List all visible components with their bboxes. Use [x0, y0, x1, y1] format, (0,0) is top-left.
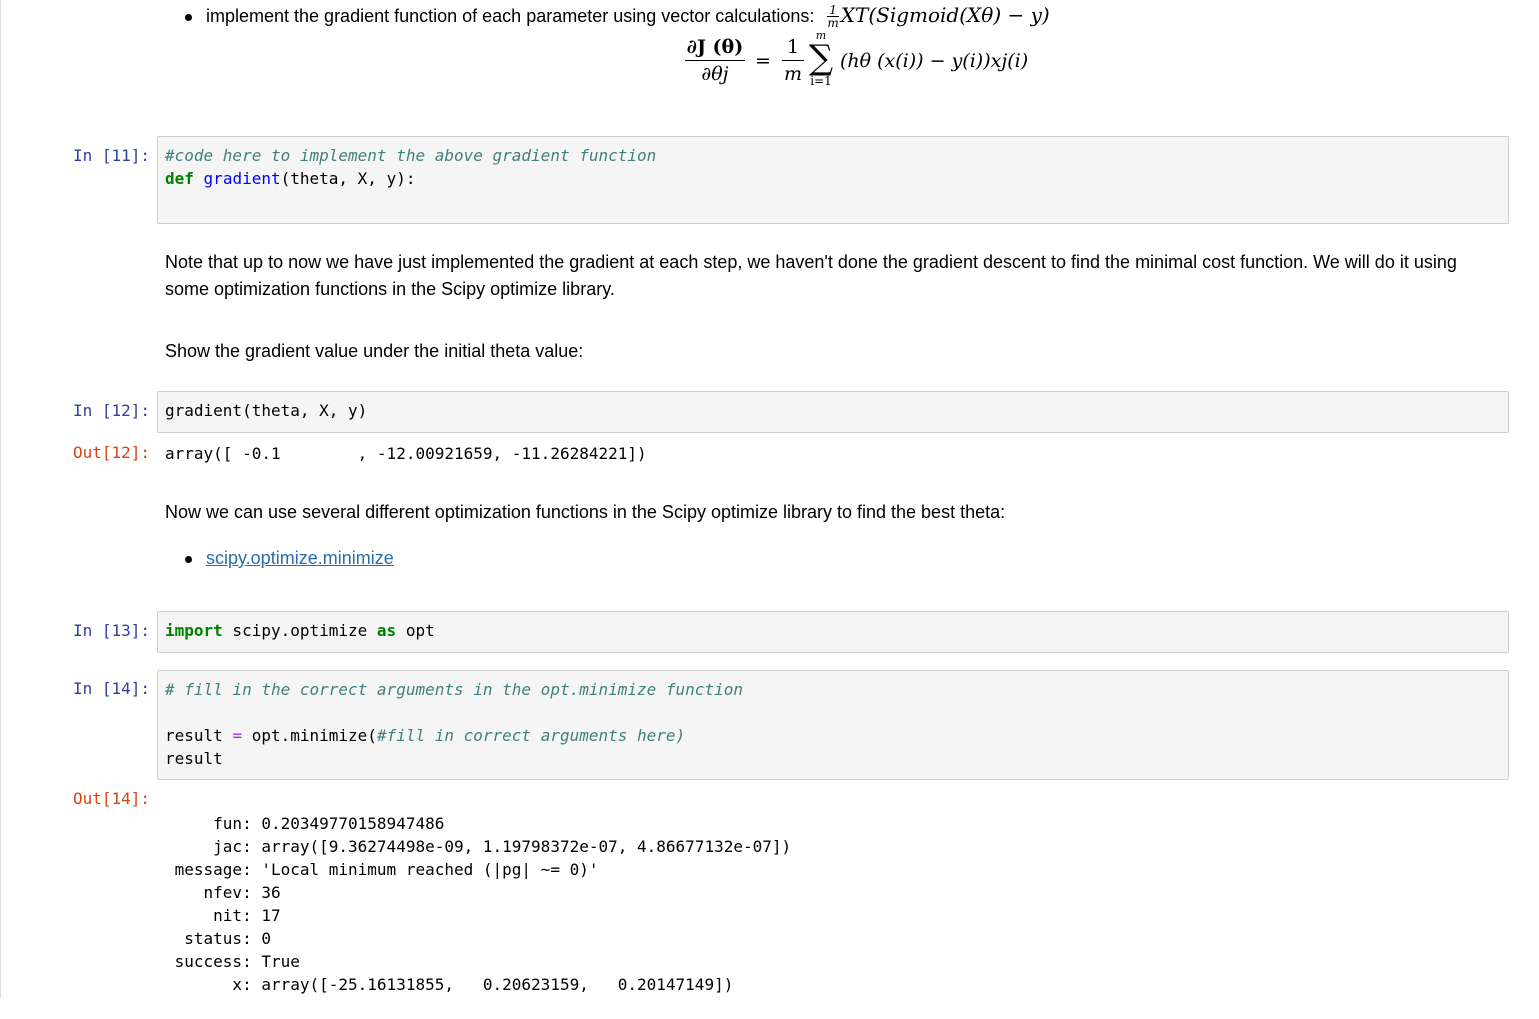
sum-sign-icon: ∑ [808, 38, 834, 78]
cell-14-line2-a: result [165, 726, 233, 745]
bullet-dot [185, 13, 192, 21]
output-line-message: message: 'Local minimum reached (|pg| ~=… [165, 860, 599, 879]
cell-13-prompt: In [13]: [72, 621, 150, 640]
formula-body: (hθ (x(i)) − y(i))xj(i) [840, 50, 1029, 72]
output-line-fun: fun: 0.20349770158947486 [165, 814, 445, 833]
inline-formula-body: XT(Sigmoid(Xθ) − y) [840, 3, 1050, 27]
bullet-text: implement the gradient function of each … [206, 6, 815, 26]
bullet-dot [185, 555, 192, 563]
cell-14-line3: result [165, 749, 223, 768]
cell-14-comment: # fill in the correct arguments in the o… [165, 680, 743, 699]
formula-lhs-den: ∂θj [701, 63, 729, 85]
formula-eq: = [755, 50, 771, 72]
import-keyword: import [165, 621, 223, 640]
function-signature: (theta, X, y): [280, 169, 416, 188]
module-name: scipy.optimize [222, 621, 377, 640]
cell-11-comment: #code here to implement the above gradie… [165, 146, 657, 165]
output-line-x: x: array([-25.16131855, 0.20623159, 0.20… [165, 975, 734, 994]
output-line-nfev: nfev: 36 [165, 883, 281, 902]
cell-12-input[interactable]: gradient(theta, X, y) [157, 391, 1509, 433]
cell-14-line2-b: opt.minimize( [242, 726, 377, 745]
formula-frac-num: 1 [782, 36, 804, 61]
cell-13-input[interactable]: import scipy.optimize as opt [157, 611, 1509, 653]
cell-14-inline-comment: #fill in correct arguments here) [376, 726, 686, 745]
formula-frac-den: m [783, 63, 803, 85]
markdown-bullet-link: scipy.optimize.minimize [185, 545, 394, 572]
output-line-nit: nit: 17 [165, 906, 281, 925]
note-optimize-functions: Now we can use several different optimiz… [165, 502, 1006, 522]
cell-12-output: array([ -0.1 , -12.00921659, -11.2628422… [165, 444, 647, 463]
formula-lhs-num: ∂J (θ) [685, 36, 745, 61]
cell-14-out-prompt: Out[14]: [72, 789, 150, 808]
output-line-jac: jac: array([9.36274498e-09, 1.19798372e-… [165, 837, 792, 856]
markdown-bullet-gradient: implement the gradient function of each … [185, 2, 1050, 29]
note-gradient-step: Note that up to now we have just impleme… [165, 252, 1457, 299]
cell-14-output: fun: 0.20349770158947486 jac: array([9.3… [165, 789, 792, 1019]
inline-frac-den: m [827, 16, 839, 30]
output-line-status: status: 0 [165, 929, 271, 948]
cell-11-input[interactable]: #code here to implement the above gradie… [157, 136, 1509, 224]
assign-operator: = [232, 726, 243, 745]
cell-12-code: gradient(theta, X, y) [165, 401, 368, 420]
def-keyword: def [165, 169, 194, 188]
formula-sum-bottom: i=1 [810, 74, 832, 88]
inline-formula: 1 m XT(Sigmoid(Xθ) − y) [827, 3, 1050, 30]
cell-14-prompt: In [14]: [72, 679, 150, 698]
module-alias: opt [396, 621, 435, 640]
note-show-gradient: Show the gradient value under the initia… [165, 341, 584, 361]
output-line-success: success: True [165, 952, 300, 971]
cell-11-prompt: In [11]: [72, 146, 150, 165]
function-name: gradient [203, 169, 281, 188]
cell-14-input[interactable]: # fill in the correct arguments in the o… [157, 670, 1509, 780]
scipy-minimize-link[interactable]: scipy.optimize.minimize [206, 548, 394, 568]
cell-12-out-prompt: Out[12]: [72, 443, 150, 462]
cell-12-prompt: In [12]: [72, 401, 150, 420]
as-keyword: as [376, 621, 397, 640]
